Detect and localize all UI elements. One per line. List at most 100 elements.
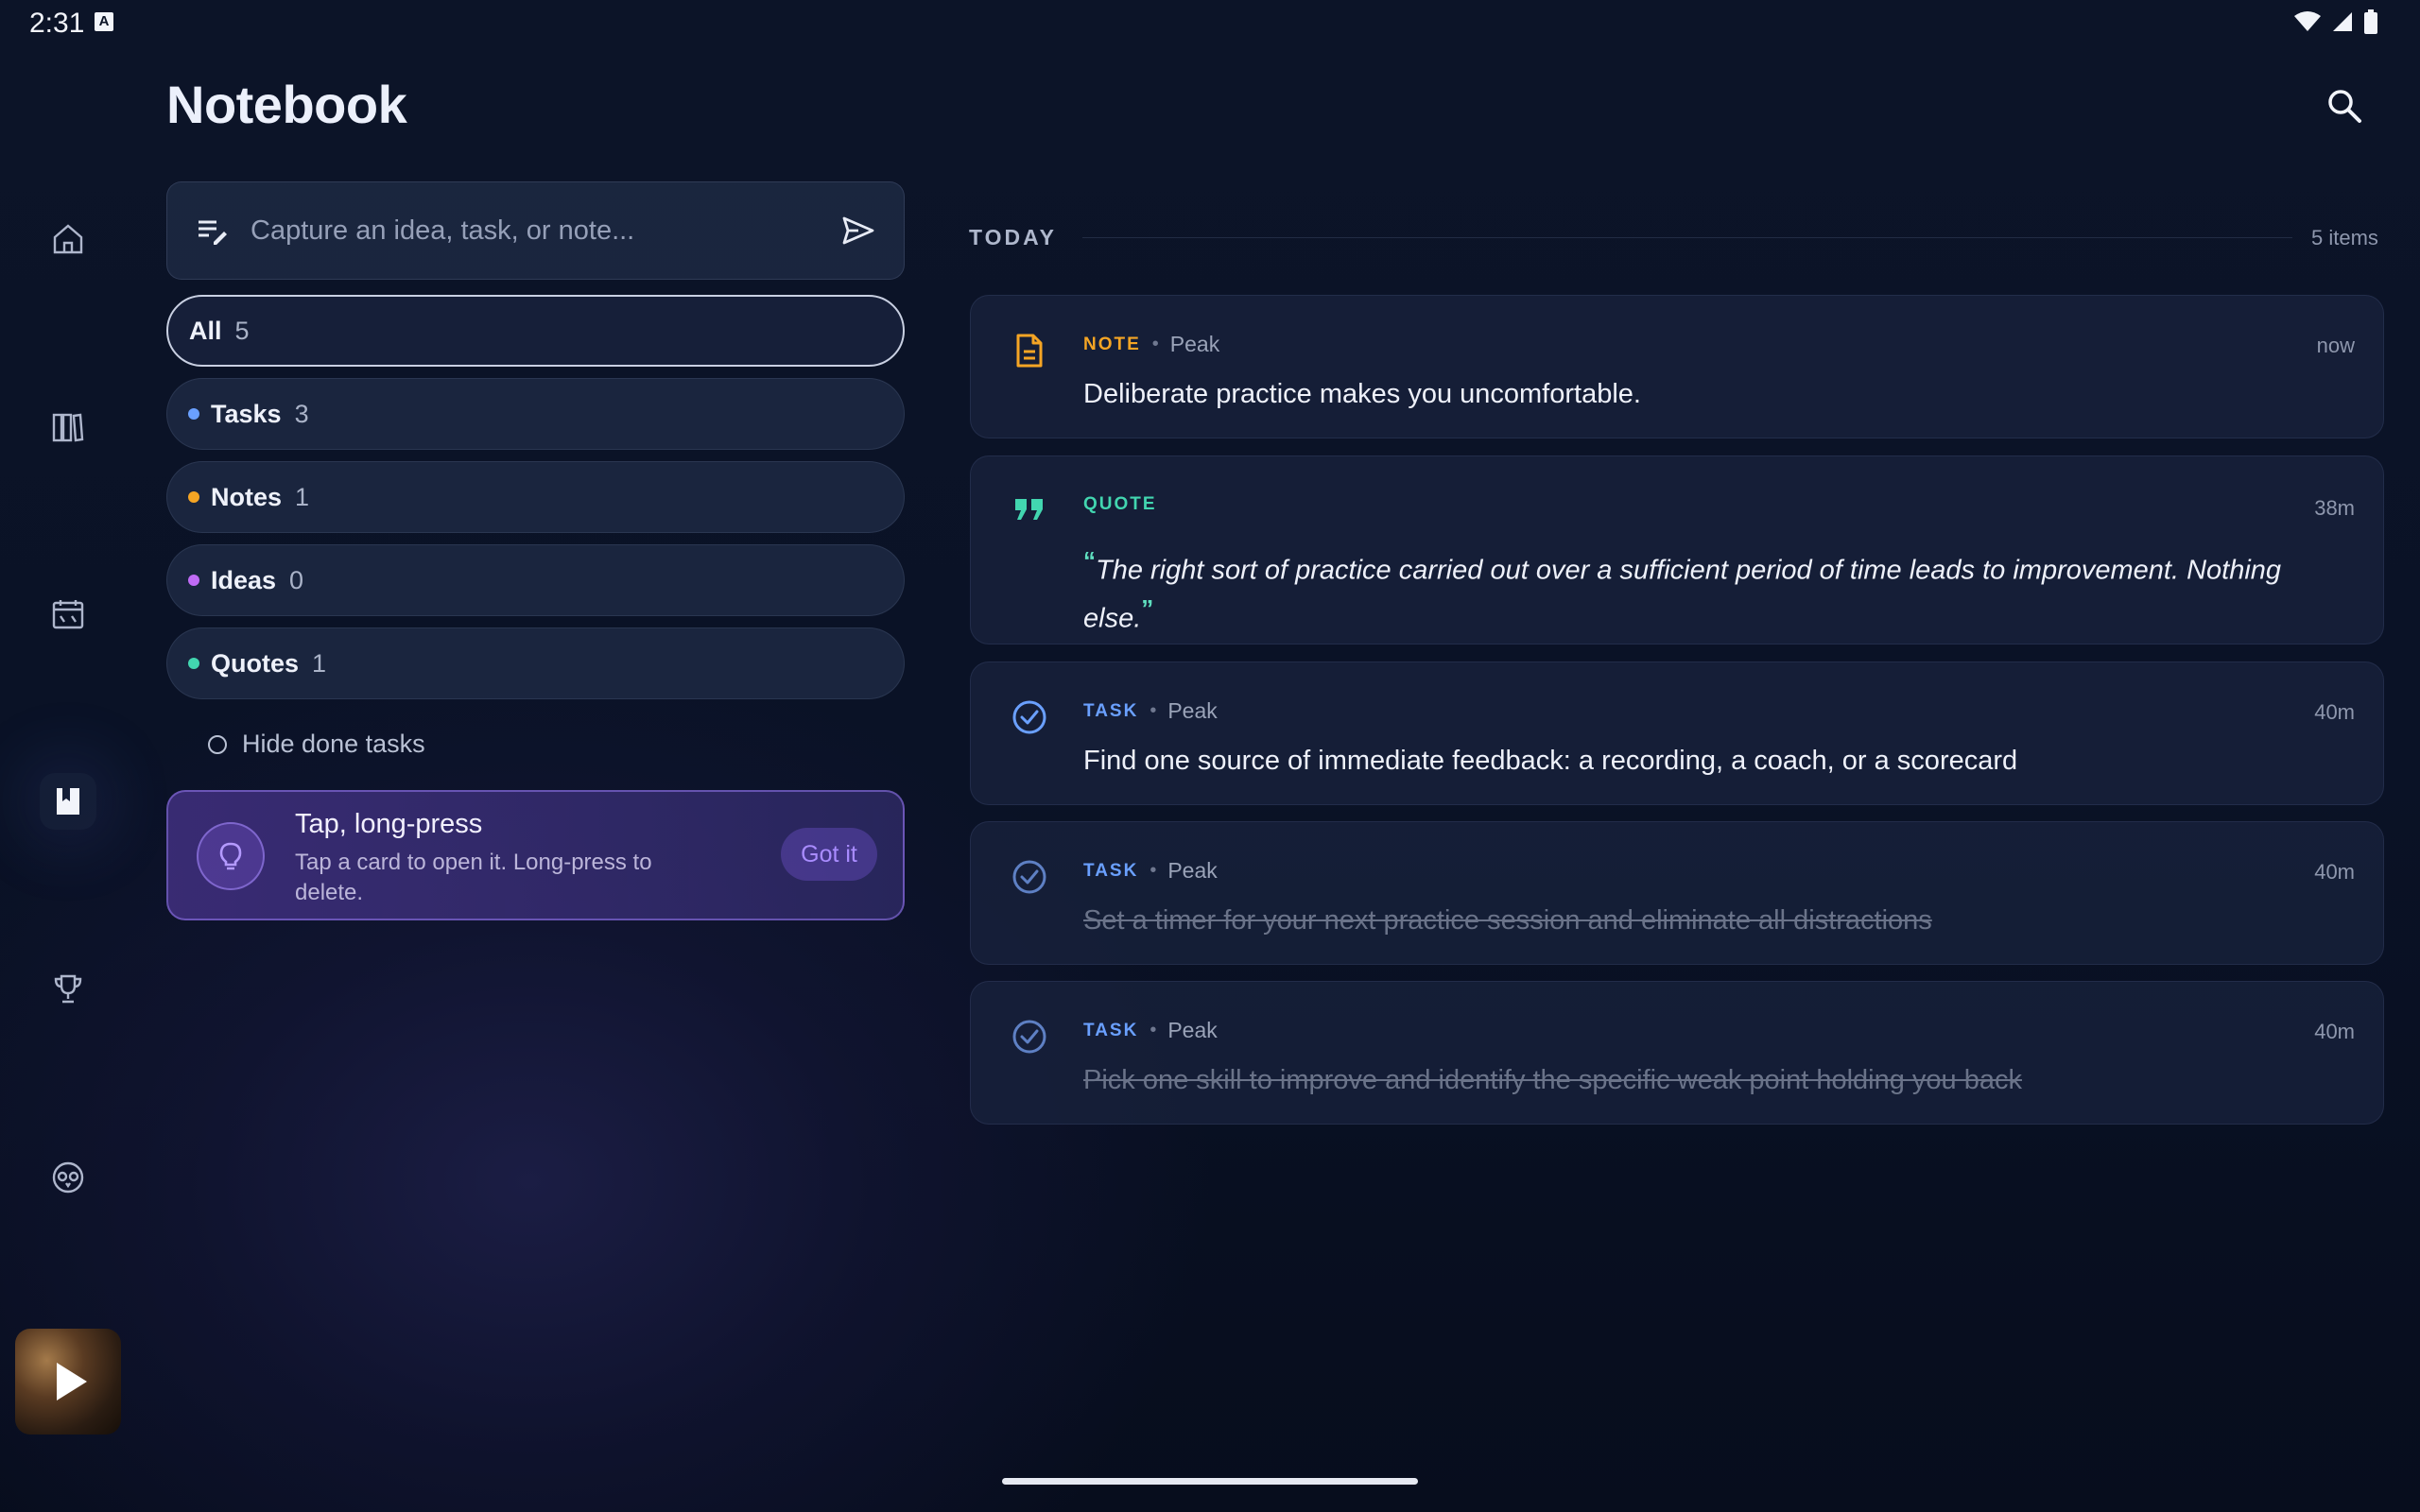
card-text-wrap: “The right sort of practice carried out …	[1083, 541, 2355, 637]
wifi-icon	[2294, 11, 2321, 31]
edit-note-icon	[199, 220, 227, 245]
card-time: 40m	[2314, 1020, 2355, 1043]
filter-notes[interactable]: Notes 1	[166, 461, 905, 533]
task-card[interactable]: TASK • Peak 40m Find one source of immed…	[970, 662, 2384, 805]
notebook-icon	[57, 788, 79, 815]
status-icons	[2293, 9, 2378, 34]
filter-count: 1	[312, 648, 327, 678]
tip-card: Tap, long-press Tap a card to open it. L…	[166, 790, 905, 920]
meta-separator: •	[1150, 860, 1157, 881]
card-time: 38m	[2314, 496, 2355, 520]
card-text: Pick one skill to improve and identify t…	[1083, 1065, 2022, 1095]
media-player-thumbnail[interactable]	[15, 1329, 121, 1435]
tasks-dot	[188, 408, 199, 420]
owl-icon	[52, 1161, 84, 1194]
card-type: NOTE	[1083, 334, 1141, 354]
home-indicator[interactable]	[1002, 1478, 1418, 1485]
card-meta: TASK • Peak	[1083, 698, 1218, 724]
ideas-dot	[188, 575, 199, 586]
card-text: Deliberate practice makes you uncomforta…	[1083, 379, 1641, 409]
nav-notebook[interactable]	[40, 773, 96, 830]
tip-title: Tap, long-press	[295, 809, 483, 839]
meta-separator: •	[1150, 700, 1157, 721]
filter-count: 1	[295, 482, 310, 511]
lightbulb-icon	[197, 822, 265, 890]
card-meta: QUOTE	[1083, 494, 1157, 515]
filter-label: Quotes	[211, 648, 300, 678]
battery-icon	[2364, 9, 2377, 34]
calendar-icon	[52, 600, 84, 629]
nav-calendar[interactable]	[40, 586, 96, 643]
filter-label: All	[189, 316, 222, 345]
tip-body: Tap a card to open it. Long-press to del…	[295, 850, 652, 905]
capture-bar	[166, 181, 905, 280]
filter-count: 0	[289, 565, 304, 594]
check-circle-icon[interactable]	[1011, 858, 1048, 896]
hide-done-label: Hide done tasks	[242, 730, 425, 758]
quotes-dot	[188, 658, 199, 669]
card-source: Peak	[1167, 858, 1218, 883]
note-icon	[1011, 332, 1048, 369]
signal-icon	[2333, 12, 2352, 31]
filter-quotes[interactable]: Quotes 1	[166, 627, 905, 699]
meta-separator: •	[1150, 1020, 1157, 1040]
nav-home[interactable]	[40, 211, 96, 267]
section-count: 5 items	[2311, 226, 2378, 249]
note-card[interactable]: NOTE • Peak now Deliberate practice make…	[970, 295, 2384, 438]
card-type: TASK	[1083, 1020, 1139, 1040]
radio-icon	[208, 734, 227, 754]
filter-label: Tasks	[211, 399, 282, 428]
filter-label: Notes	[211, 482, 283, 511]
card-text: Set a timer for your next practice sessi…	[1083, 905, 1932, 936]
capture-input[interactable]	[251, 215, 841, 247]
nav-profile[interactable]	[40, 1149, 96, 1206]
card-type: QUOTE	[1083, 494, 1157, 514]
card-type: TASK	[1083, 700, 1139, 721]
trophy-icon	[54, 974, 82, 1004]
library-icon	[52, 413, 84, 442]
hide-done-toggle[interactable]: Hide done tasks	[208, 730, 425, 759]
card-time: now	[2316, 334, 2355, 357]
task-card[interactable]: TASK • Peak 40m Set a timer for your nex…	[970, 821, 2384, 965]
navigation-rail	[0, 85, 137, 1484]
card-source: Peak	[1167, 1018, 1218, 1042]
task-card[interactable]: TASK • Peak 40m Pick one skill to improv…	[970, 981, 2384, 1125]
section-divider	[1082, 237, 2292, 238]
status-time: 2:31	[29, 8, 85, 39]
card-time: 40m	[2314, 700, 2355, 724]
filter-count: 5	[234, 316, 250, 345]
got-it-button[interactable]: Got it	[781, 828, 877, 881]
filter-label: Ideas	[211, 565, 277, 594]
quote-card[interactable]: QUOTE 38m “The right sort of practice ca…	[970, 455, 2384, 644]
send-icon[interactable]	[841, 214, 875, 248]
status-notification-icon: A	[95, 12, 113, 31]
card-meta: NOTE • Peak	[1083, 332, 1219, 357]
filter-count: 3	[294, 399, 309, 428]
card-time: 40m	[2314, 860, 2355, 884]
filter-all[interactable]: All 5	[166, 295, 905, 367]
card-source: Peak	[1167, 698, 1218, 723]
check-circle-icon[interactable]	[1011, 1018, 1048, 1056]
section-label: TODAY	[969, 225, 1057, 249]
card-source: Peak	[1169, 332, 1220, 356]
page-title: Notebook	[166, 75, 407, 134]
card-meta: TASK • Peak	[1083, 1018, 1218, 1043]
quote-icon	[1011, 490, 1048, 528]
card-text: The right sort of practice carried out o…	[1083, 555, 2282, 634]
filter-ideas[interactable]: Ideas 0	[166, 544, 905, 616]
play-icon	[57, 1363, 87, 1400]
check-circle-icon[interactable]	[1011, 698, 1048, 736]
card-type: TASK	[1083, 860, 1139, 881]
open-quote-mark: “	[1083, 546, 1096, 575]
home-icon	[53, 224, 83, 254]
search-button[interactable]	[2318, 79, 2371, 132]
card-meta: TASK • Peak	[1083, 858, 1218, 884]
nav-library[interactable]	[40, 399, 96, 455]
card-text: Find one source of immediate feedback: a…	[1083, 746, 2018, 776]
notes-dot	[188, 491, 199, 503]
meta-separator: •	[1151, 334, 1159, 354]
nav-achievements[interactable]	[40, 960, 96, 1017]
close-quote-mark: ”	[1141, 593, 1154, 623]
search-icon	[2328, 90, 2361, 123]
filter-tasks[interactable]: Tasks 3	[166, 378, 905, 450]
